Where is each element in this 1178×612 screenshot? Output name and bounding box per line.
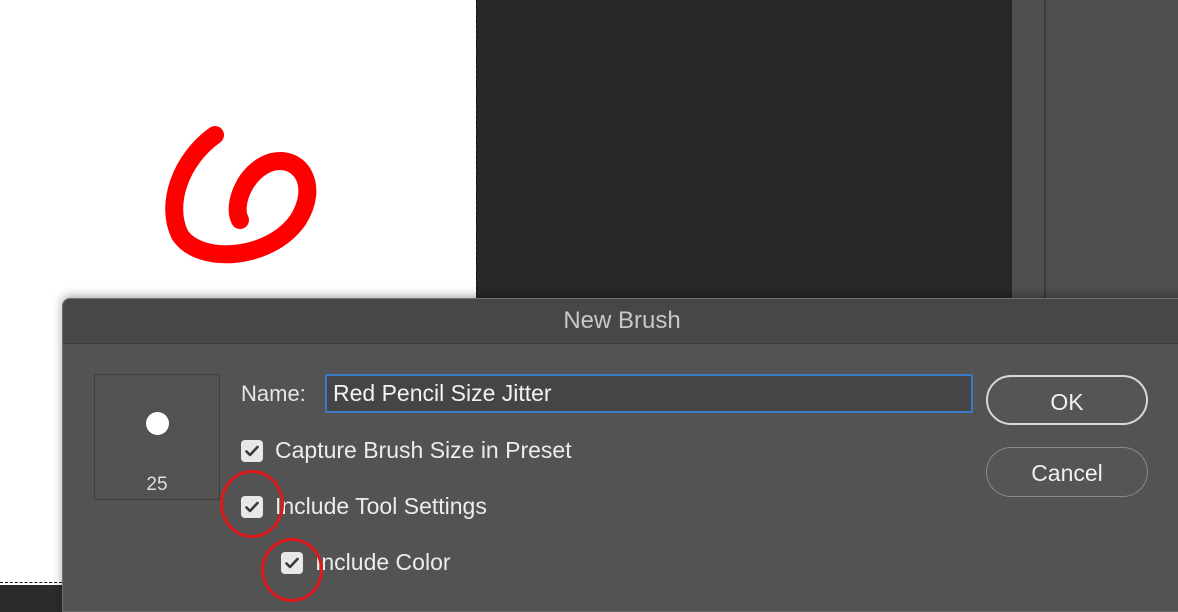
name-label: Name:	[241, 381, 306, 406]
right-panel	[1012, 0, 1178, 300]
include-color-label: Include Color	[315, 549, 451, 575]
include-color-checkbox[interactable]	[281, 551, 303, 574]
checkmark-icon	[245, 501, 259, 512]
brush-name-input[interactable]	[325, 374, 973, 413]
include-tool-settings-checkbox[interactable]	[241, 495, 263, 518]
dialog-title: New Brush	[563, 307, 681, 334]
option-capture-brush-size[interactable]: Capture Brush Size in Preset	[241, 437, 572, 464]
cancel-button[interactable]: Cancel	[986, 447, 1148, 497]
dialog-title-bar: New Brush	[63, 299, 1178, 344]
brush-tip-dot	[146, 412, 169, 435]
red-brush-stroke	[165, 126, 317, 264]
new-brush-dialog: New Brush 25 Name: Capture Brush Size in…	[62, 298, 1178, 612]
selection-marquee-bottom	[0, 582, 62, 583]
ok-button[interactable]: OK	[986, 375, 1148, 425]
brush-size-value: 25	[146, 474, 168, 495]
checkmark-icon	[285, 557, 299, 568]
capture-brush-size-label: Capture Brush Size in Preset	[275, 437, 572, 463]
checkmark-icon	[245, 445, 259, 456]
workspace-background	[477, 0, 1012, 300]
brush-tip-preview: 25	[94, 374, 220, 500]
option-include-tool-settings[interactable]: Include Tool Settings	[241, 493, 487, 520]
option-include-color[interactable]: Include Color	[281, 549, 451, 576]
panel-divider	[1044, 0, 1046, 300]
capture-brush-size-checkbox[interactable]	[241, 439, 263, 462]
include-tool-settings-label: Include Tool Settings	[275, 493, 487, 519]
